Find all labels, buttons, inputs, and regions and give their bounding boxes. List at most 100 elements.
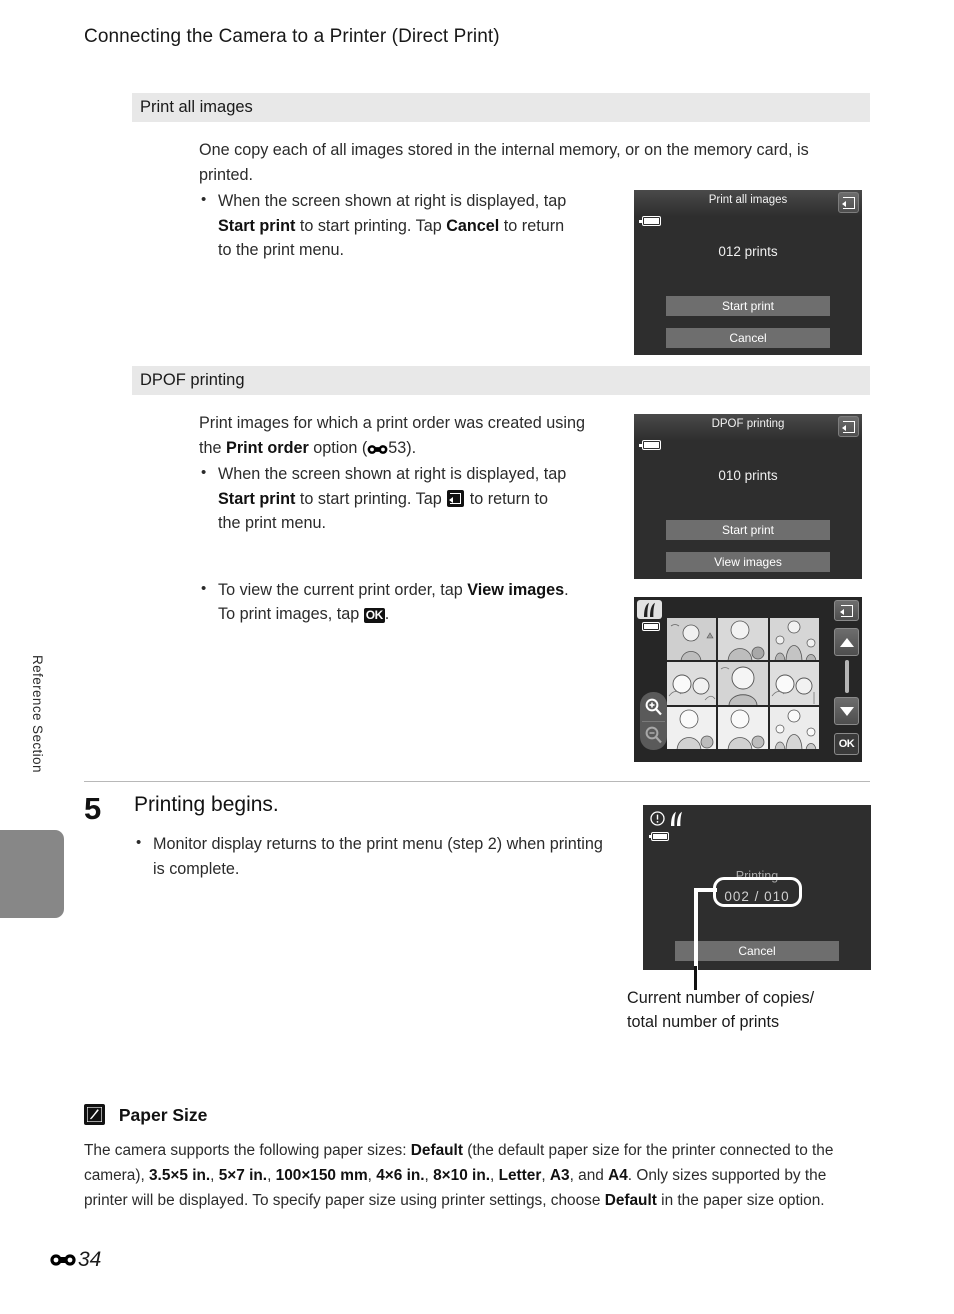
para-ref-number: 53: [388, 438, 407, 457]
callout-connector-horizontal: [697, 888, 717, 892]
note-heading-label: Paper Size: [118, 1105, 208, 1125]
scrollbar[interactable]: [844, 660, 849, 693]
start-print-button[interactable]: Start print: [666, 520, 830, 540]
camera-screen-thumbnail-grid: OK: [634, 597, 862, 762]
back-arrow-icon[interactable]: [834, 600, 859, 621]
print-count-label: 012 prints: [718, 244, 778, 259]
screen-title: Print all images: [708, 194, 788, 206]
grid-side-controls: OK: [834, 600, 859, 758]
note-text: , and: [569, 1167, 609, 1184]
battery-icon: [639, 440, 661, 450]
bullet-text: To view the current print order, tap: [218, 580, 468, 599]
status-icons: [650, 811, 685, 832]
note-bold: Default: [410, 1142, 463, 1159]
scroll-down-icon[interactable]: [834, 697, 859, 725]
battery-icon: [639, 216, 661, 226]
E-reference-icon: [50, 1253, 76, 1267]
note-text: The camera supports the following paper …: [84, 1142, 411, 1159]
zoom-controls: [640, 692, 667, 750]
note-bold: 8×10 in.: [433, 1167, 491, 1184]
caption-line-1: Current number of copies/: [627, 989, 815, 1007]
bullet-text: to start printing. Tap: [295, 216, 447, 235]
list-item: Monitor display returns to the print men…: [134, 831, 604, 881]
bullet-text: When the screen shown at right is displa…: [218, 465, 567, 483]
section-paragraph-dpof: Print images for which a print order was…: [199, 411, 599, 460]
side-label-reference-section: Reference Section: [30, 655, 45, 773]
thumbnail-item[interactable]: [718, 662, 768, 705]
page-number: 34: [50, 1248, 101, 1272]
para-text: option (: [308, 438, 368, 457]
back-arrow-icon[interactable]: [838, 416, 859, 437]
bullet-bold: Start print: [218, 216, 296, 235]
note-text: ,: [267, 1167, 276, 1184]
bullet-bold: View images: [467, 580, 565, 599]
note-text: ,: [424, 1167, 434, 1184]
thumbnail-item[interactable]: [667, 618, 717, 661]
cancel-button[interactable]: Cancel: [675, 941, 839, 961]
ok-icon: OK: [363, 608, 385, 623]
note-text: in the paper size option.: [656, 1192, 825, 1209]
divider: [84, 781, 870, 782]
list-item: When the screen shown at right is displa…: [199, 461, 574, 536]
screen-title-bar: DPOF printing: [634, 414, 862, 440]
section-heading-dpof-printing: DPOF printing: [132, 366, 870, 395]
thumbnail-item[interactable]: [718, 706, 768, 749]
note-bold: A4: [608, 1167, 628, 1184]
list-item: To view the current print order, tap Vie…: [199, 577, 574, 627]
warning-icon: [650, 811, 665, 831]
thumbnail-grid: [667, 618, 819, 749]
pencil-note-icon: [84, 1104, 105, 1125]
note-bold: Default: [604, 1192, 657, 1209]
camera-screen-dpof-printing: DPOF printing 010 prints Start print Vie…: [634, 414, 862, 579]
note-bold: A3: [549, 1167, 570, 1184]
thumbnail-item[interactable]: [769, 618, 819, 661]
note-bold: 100×150 mm: [275, 1167, 368, 1184]
note-text: ,: [541, 1167, 550, 1184]
section-heading-print-all-images: Print all images: [132, 93, 870, 122]
para-text: ).: [406, 438, 417, 457]
screen-title-bar: Print all images: [634, 190, 862, 216]
print-progress-counter: 002 / 010: [724, 889, 790, 904]
battery-icon: [648, 832, 669, 841]
note-bold: 5×7 in.: [218, 1167, 268, 1184]
note-bold: Letter: [498, 1167, 542, 1184]
note-text: ,: [490, 1167, 499, 1184]
note-heading: Paper Size: [84, 1104, 870, 1126]
printing-status-label: Printing: [735, 869, 779, 883]
bullet-text: .: [384, 605, 390, 623]
printer-icon: [668, 811, 685, 832]
print-count-label: 010 prints: [718, 468, 778, 483]
note-bold: 4×6 in.: [376, 1167, 425, 1184]
list-item: When the screen shown at right is displa…: [199, 188, 574, 263]
screen-title: DPOF printing: [711, 418, 785, 430]
note-bold: 3.5×5 in.: [149, 1167, 211, 1184]
caption-line-2: total number of prints: [627, 1013, 780, 1031]
section-paragraph-print-all-images: One copy each of all images stored in th…: [199, 141, 809, 184]
thumbnail-item[interactable]: [718, 618, 768, 661]
printer-icon: [637, 600, 662, 619]
note-text: ,: [210, 1167, 219, 1184]
thumbnail-item[interactable]: [769, 706, 819, 749]
thumbnail-item[interactable]: [769, 662, 819, 705]
thumbnail-item[interactable]: [667, 706, 717, 749]
back-arrow-icon[interactable]: [838, 192, 859, 213]
bullet-text: to start printing. Tap: [295, 489, 447, 508]
camera-screen-print-all-images: Print all images 012 prints Start print …: [634, 190, 862, 355]
callout-caption: Current number of copies/ total number o…: [627, 986, 887, 1034]
view-images-button[interactable]: View images: [666, 552, 830, 572]
cancel-button[interactable]: Cancel: [666, 328, 830, 348]
ok-button[interactable]: OK: [834, 733, 859, 755]
bullet-text: When the screen shown at right is displa…: [218, 192, 567, 210]
camera-screen-printing: Printing 002 / 010 Cancel: [643, 805, 871, 970]
battery-icon: [642, 622, 660, 631]
bullet-bold: Start print: [218, 489, 296, 508]
side-tab-marker: [0, 830, 64, 918]
page-title: Connecting the Camera to a Printer (Dire…: [84, 26, 500, 47]
callout-connector-vertical: [694, 888, 698, 970]
scroll-up-icon[interactable]: [834, 628, 859, 656]
E-reference-icon: [367, 444, 388, 455]
para-bold: Print order: [226, 438, 309, 457]
start-print-button[interactable]: Start print: [666, 296, 830, 316]
back-arrow-icon: [447, 489, 465, 507]
thumbnail-item[interactable]: [667, 662, 717, 705]
